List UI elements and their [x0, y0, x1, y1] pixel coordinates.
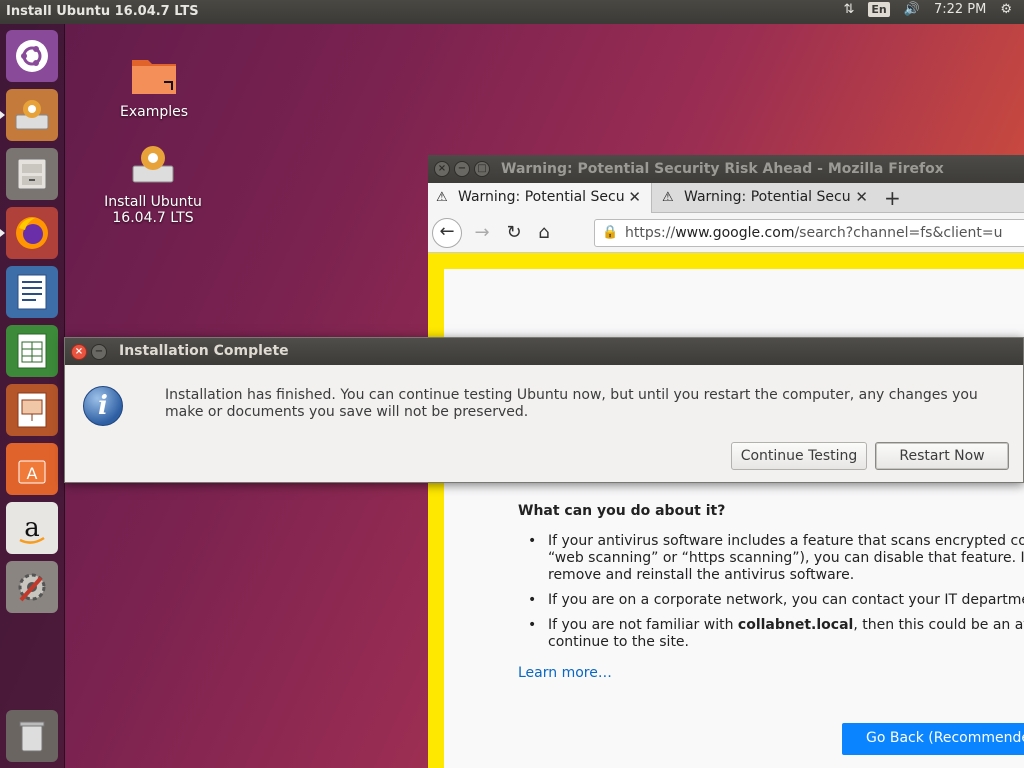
warning-icon: ⚠: [662, 190, 674, 205]
close-icon[interactable]: ×: [434, 161, 450, 177]
tab-close-icon[interactable]: ✕: [855, 188, 868, 206]
lock-warning-icon[interactable]: 🔒: [602, 225, 618, 240]
network-icon[interactable]: ⇅: [844, 2, 855, 17]
launcher-files[interactable]: [6, 148, 58, 200]
installation-complete-dialog: × − Installation Complete i Installation…: [64, 337, 1024, 483]
launcher-writer[interactable]: [6, 266, 58, 318]
reload-icon[interactable]: ↻: [500, 220, 528, 248]
continue-testing-button[interactable]: Continue Testing: [731, 442, 867, 470]
home-icon[interactable]: ⌂: [530, 220, 558, 248]
desktop-icon-label: Install Ubuntu 16.04.7 LTS: [104, 194, 202, 226]
minimize-icon[interactable]: −: [91, 344, 107, 360]
url-bar[interactable]: 🔒 https://www.google.com/search?channel=…: [594, 219, 1024, 247]
active-window-title: Install Ubuntu 16.04.7 LTS: [6, 4, 199, 19]
close-icon[interactable]: ×: [71, 344, 87, 360]
back-arrow-icon[interactable]: ←: [432, 218, 462, 248]
tab-warning-1[interactable]: ⚠ Warning: Potential Secu ✕: [428, 183, 652, 213]
forward-arrow-icon[interactable]: →: [468, 220, 496, 248]
dialog-title: Installation Complete: [119, 343, 289, 359]
launcher-amazon[interactable]: a: [6, 502, 58, 554]
spreadsheet-icon: [17, 333, 47, 369]
advice-item: If you are not familiar with collabnet.l…: [528, 617, 1024, 651]
error-content: What can you do about it? If your antivi…: [518, 503, 1024, 681]
url-path: /search?channel=fs&client=u: [794, 225, 1003, 241]
gear-icon[interactable]: ⚙: [1000, 2, 1012, 17]
clock[interactable]: 7:22 PM: [934, 2, 986, 17]
new-tab-icon[interactable]: +: [884, 186, 901, 210]
error-page: What can you do about it? If your antivi…: [428, 253, 1024, 768]
dialog-titlebar[interactable]: × − Installation Complete: [65, 338, 1023, 365]
launcher: A a: [0, 24, 65, 768]
launcher-impress[interactable]: [6, 384, 58, 436]
firefox-icon: [16, 217, 48, 249]
url-scheme: https://: [625, 225, 676, 241]
presentation-icon: [17, 392, 47, 428]
go-back-button[interactable]: Go Back (Recommended): [842, 723, 1024, 755]
maximize-icon[interactable]: □: [474, 161, 490, 177]
advice-item: If you are on a corporate network, you c…: [528, 592, 1024, 609]
desktop-icon-label: Examples: [119, 104, 189, 120]
learn-more-link[interactable]: Learn more…: [518, 665, 1024, 681]
running-indicator: [0, 111, 5, 119]
dialog-message: Installation has finished. You can conti…: [165, 387, 978, 420]
launcher-firefox[interactable]: [0, 207, 58, 259]
settings-wrench-icon: [18, 573, 46, 602]
running-indicator: [0, 229, 5, 237]
trash-icon: [19, 721, 45, 752]
tab-label: Warning: Potential Secu: [684, 189, 851, 205]
tab-label: Warning: Potential Secu: [458, 189, 625, 205]
system-tray: ⇅ En 🔊 7:22 PM ⚙: [844, 2, 1012, 17]
tab-warning-2[interactable]: ⚠ Warning: Potential Secu ✕: [654, 183, 878, 213]
launcher-settings[interactable]: [6, 561, 58, 613]
top-panel: Install Ubuntu 16.04.7 LTS ⇅ En 🔊 7:22 P…: [0, 0, 1024, 24]
shopping-bag-icon: A: [18, 460, 46, 484]
tab-close-icon[interactable]: ✕: [628, 188, 641, 206]
volume-icon[interactable]: 🔊: [904, 2, 920, 17]
advice-list: If your antivirus software includes a fe…: [518, 533, 1024, 651]
info-icon: i: [83, 386, 123, 426]
tab-strip: ⚠ Warning: Potential Secu ✕ ⚠ Warning: P…: [428, 183, 1024, 213]
ubuntu-logo-icon: [16, 40, 48, 72]
file-cabinet-icon: [17, 158, 47, 190]
restart-now-button[interactable]: Restart Now: [875, 442, 1009, 470]
launcher-calc[interactable]: [6, 325, 58, 377]
launcher-installer[interactable]: [0, 89, 58, 141]
launcher-trash[interactable]: [6, 710, 58, 762]
advice-item: If your antivirus software includes a fe…: [528, 533, 1024, 584]
url-host: www.google.com: [675, 225, 795, 241]
installer-icon: [132, 146, 174, 183]
launcher-software[interactable]: A: [6, 443, 58, 495]
svg-text:a: a: [24, 513, 40, 543]
amazon-icon: a: [19, 513, 45, 544]
folder-icon: [132, 60, 176, 94]
svg-text:A: A: [27, 464, 38, 483]
minimize-icon[interactable]: −: [454, 161, 470, 177]
firefox-window-title: Warning: Potential Security Risk Ahead -…: [501, 161, 944, 177]
desktop-icon-install-ubuntu[interactable]: Install Ubuntu 16.04.7 LTS: [93, 126, 213, 242]
keyboard-layout-indicator[interactable]: En: [868, 2, 890, 17]
firefox-titlebar[interactable]: × − □ Warning: Potential Security Risk A…: [428, 155, 1024, 183]
document-icon: [17, 274, 47, 310]
what-can-you-do-heading: What can you do about it?: [518, 503, 726, 519]
ubuntu-dash-button[interactable]: [6, 30, 58, 82]
installer-icon: [15, 100, 49, 130]
warning-icon: ⚠: [436, 190, 448, 205]
desktop-icon-examples[interactable]: Examples: [94, 52, 214, 120]
navigation-toolbar: ← → ↻ ⌂ 🔒 https://www.google.com/search?…: [428, 213, 1024, 253]
